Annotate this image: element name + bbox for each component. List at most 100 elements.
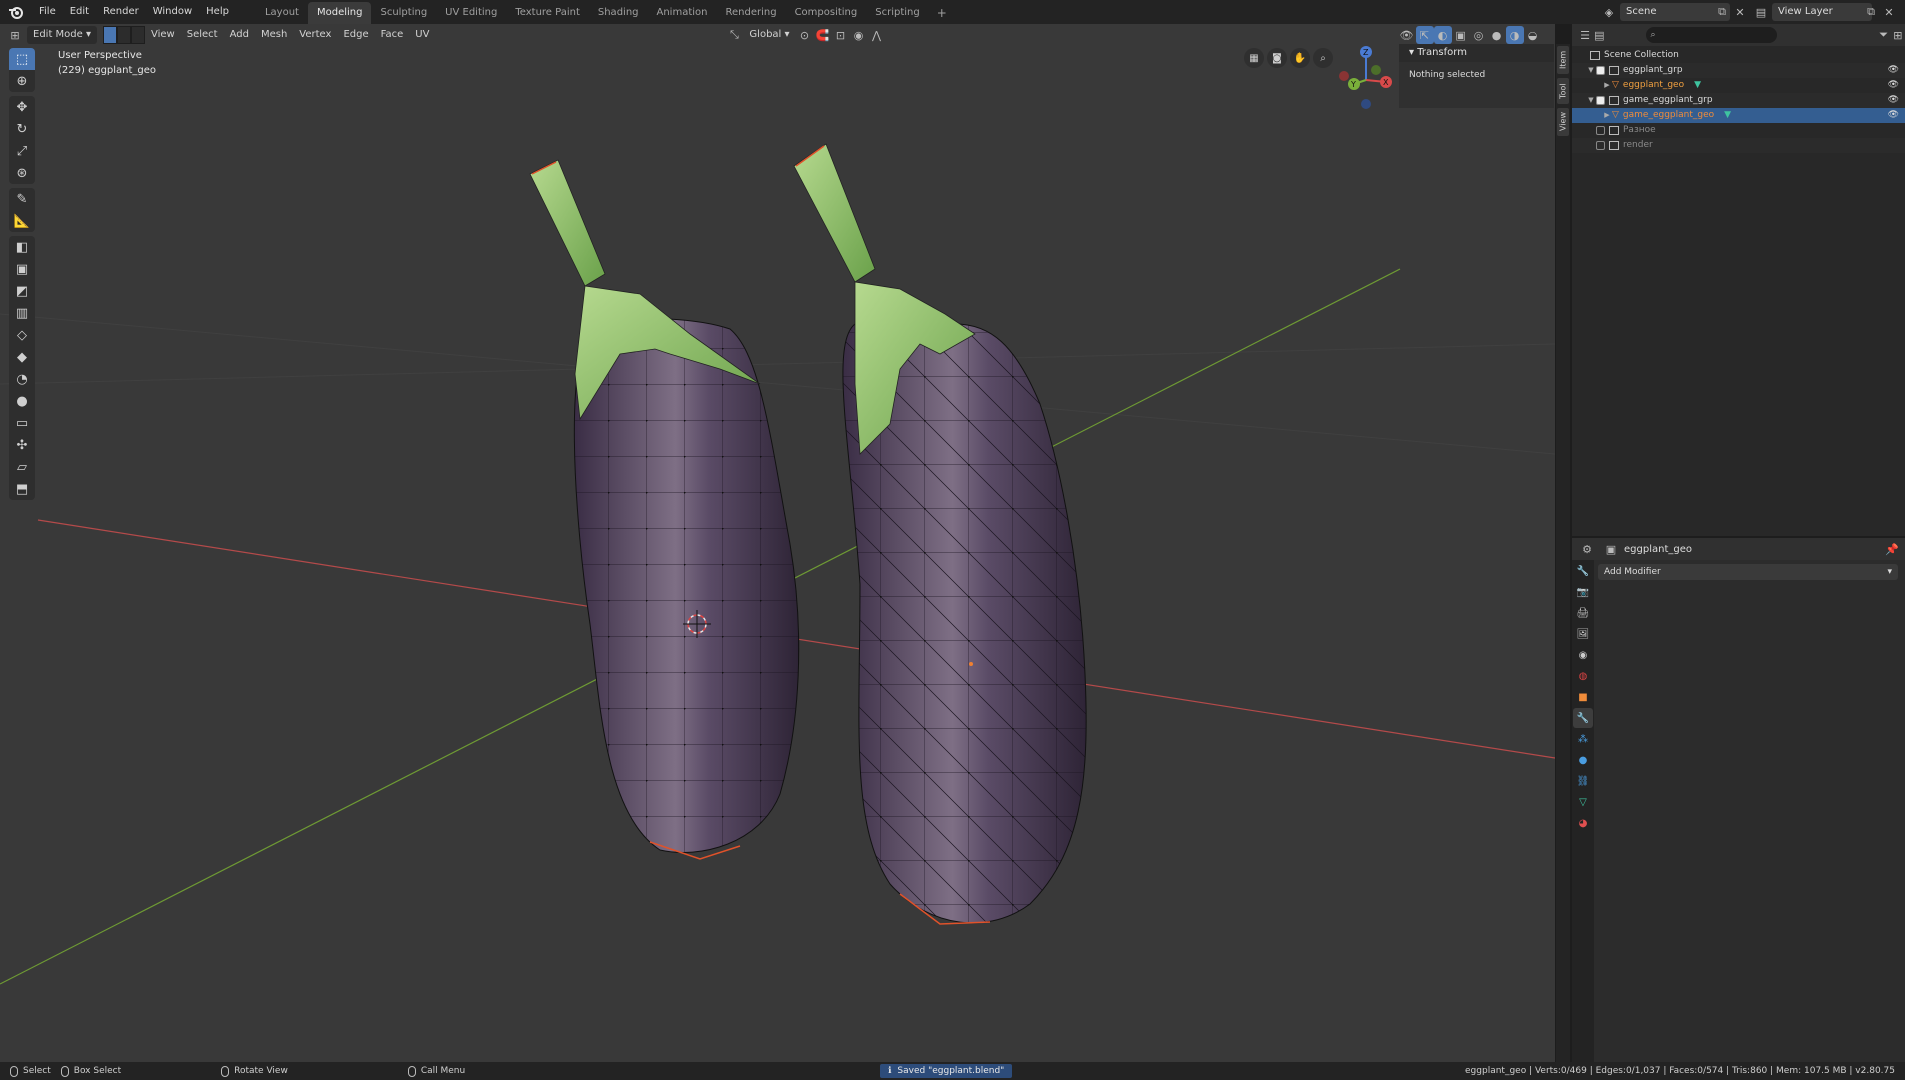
3d-viewport[interactable]: Z X Y ⊞ Edit Mode ▾ View Select Add Mesh… xyxy=(0,24,1555,1062)
menu-view[interactable]: View xyxy=(145,26,181,44)
toggle-view-icon[interactable]: ▦ xyxy=(1244,48,1264,68)
scene-type-icon[interactable]: ◈ xyxy=(1600,3,1618,21)
game-eggplant-geo-mesh[interactable] xyxy=(793,143,1087,925)
particles-tab-icon[interactable]: ⁂ xyxy=(1573,729,1593,749)
view-layer-tab-icon[interactable]: 🖼 xyxy=(1573,624,1593,644)
menu-add[interactable]: Add xyxy=(224,26,255,44)
measure-tool-icon[interactable]: 📐 xyxy=(9,210,35,232)
scene-tab-icon[interactable]: ◉ xyxy=(1573,645,1593,665)
menu-window[interactable]: Window xyxy=(146,2,199,22)
mesh-data-icon[interactable]: ▼ xyxy=(1724,108,1731,123)
menu-edge[interactable]: Edge xyxy=(337,26,374,44)
menu-render[interactable]: Render xyxy=(96,2,146,22)
expand-arrow-icon[interactable]: ▼ xyxy=(1586,93,1596,108)
menu-edit[interactable]: Edit xyxy=(63,2,96,22)
cursor-tool-icon[interactable]: ⊕ xyxy=(9,70,35,92)
rip-region-tool-icon[interactable]: ⬒ xyxy=(9,478,35,500)
viewport-scene[interactable]: Z X Y xyxy=(0,24,1555,1062)
tree-row-render[interactable]: render xyxy=(1572,138,1905,153)
pin-icon[interactable]: 📌 xyxy=(1883,540,1901,558)
scale-tool-icon[interactable]: ⤢ xyxy=(9,140,35,162)
outliner-search-input[interactable]: ⌕ xyxy=(1646,27,1777,43)
tree-row-eggplant-grp[interactable]: ▼ eggplant_grp 👁 xyxy=(1572,63,1905,78)
tab-item[interactable]: Item xyxy=(1557,46,1569,74)
wireframe-shading-icon[interactable]: ◎ xyxy=(1470,26,1488,44)
menu-mesh[interactable]: Mesh xyxy=(255,26,293,44)
menu-uv[interactable]: UV xyxy=(409,26,435,44)
smooth-tool-icon[interactable]: ● xyxy=(9,390,35,412)
pan-hand-icon[interactable]: ✋ xyxy=(1290,48,1310,68)
tab-tool[interactable]: Tool xyxy=(1557,78,1569,104)
pivot-point-icon[interactable]: ⊙ xyxy=(796,26,814,44)
exclude-checkbox[interactable] xyxy=(1596,141,1605,150)
add-workspace-button[interactable]: + xyxy=(929,2,955,24)
scene-collection-row[interactable]: Scene Collection xyxy=(1572,48,1905,63)
shrink-fatten-tool-icon[interactable]: ✣ xyxy=(9,434,35,456)
exclude-checkbox[interactable] xyxy=(1596,126,1605,135)
tab-view[interactable]: View xyxy=(1557,108,1569,136)
physics-tab-icon[interactable]: ● xyxy=(1573,750,1593,770)
menu-help[interactable]: Help xyxy=(199,2,236,22)
tab-layout[interactable]: Layout xyxy=(256,2,308,24)
snap-icon[interactable]: 🧲 xyxy=(814,26,832,44)
expand-arrow-icon[interactable]: ▶ xyxy=(1602,108,1612,123)
view-layer-selector[interactable]: View Layer xyxy=(1772,3,1872,21)
menu-vertex[interactable]: Vertex xyxy=(293,26,337,44)
mode-dropdown[interactable]: Edit Mode ▾ xyxy=(27,26,97,44)
data-tab-icon[interactable]: ▽ xyxy=(1573,792,1593,812)
tab-sculpting[interactable]: Sculpting xyxy=(371,2,436,24)
tree-row-game-eggplant-grp[interactable]: ▼ game_eggplant_grp 👁 xyxy=(1572,93,1905,108)
tab-scripting[interactable]: Scripting xyxy=(866,2,928,24)
tab-modeling[interactable]: Modeling xyxy=(307,2,372,24)
tab-compositing[interactable]: Compositing xyxy=(786,2,867,24)
menu-face[interactable]: Face xyxy=(375,26,410,44)
orientation-icon[interactable]: ⤡ xyxy=(725,26,743,44)
constraints-tab-icon[interactable]: ⛓ xyxy=(1573,771,1593,791)
loop-cut-tool-icon[interactable]: ▥ xyxy=(9,302,35,324)
exclude-checkbox[interactable] xyxy=(1596,96,1605,105)
tab-shading[interactable]: Shading xyxy=(589,2,648,24)
tab-animation[interactable]: Animation xyxy=(648,2,717,24)
orientation-dropdown[interactable]: Global ▾ xyxy=(743,26,795,44)
eye-icon[interactable]: 👁 xyxy=(1888,78,1899,93)
overlay-toggle-icon[interactable]: ◐ xyxy=(1433,26,1452,44)
view-layer-icon[interactable]: ▤ xyxy=(1752,3,1770,21)
expand-arrow-icon[interactable]: ▼ xyxy=(1586,63,1596,78)
menu-select[interactable]: Select xyxy=(181,26,224,44)
eggplant-geo-mesh[interactable] xyxy=(529,159,800,860)
editor-type-icon[interactable]: ⊞ xyxy=(6,26,24,44)
inset-tool-icon[interactable]: ▣ xyxy=(9,258,35,280)
proportional-edit-icon[interactable]: ◉ xyxy=(850,26,868,44)
render-tab-icon[interactable]: 📷 xyxy=(1573,582,1593,602)
delete-scene-icon[interactable]: ✕ xyxy=(1731,3,1749,21)
tab-texture-paint[interactable]: Texture Paint xyxy=(506,2,589,24)
tree-row-game-eggplant-geo[interactable]: ▶ ▽ game_eggplant_geo ▼ 👁 xyxy=(1572,108,1905,123)
annotate-tool-icon[interactable]: ✎ xyxy=(9,188,35,210)
world-tab-icon[interactable]: ◍ xyxy=(1573,666,1593,686)
camera-view-icon[interactable]: ◙ xyxy=(1267,48,1287,68)
output-tab-icon[interactable]: 🖨 xyxy=(1573,603,1593,623)
outliner-editor-icon[interactable]: ☰ xyxy=(1578,26,1592,44)
extrude-tool-icon[interactable]: ◧ xyxy=(9,236,35,258)
exclude-checkbox[interactable] xyxy=(1596,66,1605,75)
new-scene-icon[interactable]: ⧉ xyxy=(1713,3,1731,21)
zoom-icon[interactable]: ⌕ xyxy=(1313,48,1333,68)
spin-tool-icon[interactable]: ◔ xyxy=(9,368,35,390)
solid-shading-icon[interactable]: ● xyxy=(1488,26,1506,44)
tool-tab-icon[interactable]: 🔧 xyxy=(1573,561,1593,581)
tab-rendering[interactable]: Rendering xyxy=(716,2,785,24)
material-tab-icon[interactable]: ◕ xyxy=(1573,813,1593,833)
snap-target-icon[interactable]: ⊡ xyxy=(832,26,850,44)
gizmo-toggle-icon[interactable]: ⇱ xyxy=(1415,26,1434,44)
poly-build-tool-icon[interactable]: ◆ xyxy=(9,346,35,368)
bevel-tool-icon[interactable]: ◩ xyxy=(9,280,35,302)
modifier-tab-icon[interactable]: 🔧 xyxy=(1573,708,1593,728)
rotate-tool-icon[interactable]: ↻ xyxy=(9,118,35,140)
delete-view-layer-icon[interactable]: ✕ xyxy=(1880,3,1898,21)
new-collection-icon[interactable]: ⊞ xyxy=(1891,26,1905,44)
filter-icon[interactable]: ⏷ xyxy=(1877,26,1891,44)
move-tool-icon[interactable]: ✥ xyxy=(9,96,35,118)
material-shading-icon[interactable]: ◑ xyxy=(1505,26,1524,44)
tree-row-raznoe[interactable]: Разное xyxy=(1572,123,1905,138)
new-view-layer-icon[interactable]: ⧉ xyxy=(1862,3,1880,21)
